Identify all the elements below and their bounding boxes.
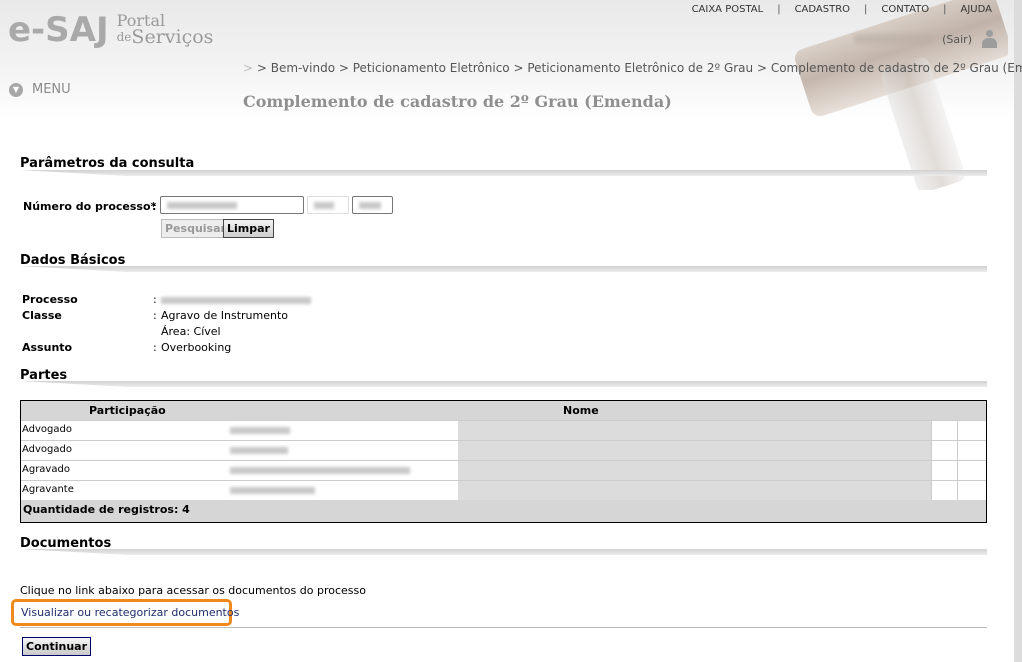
table-header: Participação Nome — [21, 401, 986, 420]
area-value: Área: Cível — [161, 325, 221, 338]
table-row: Advogado — [21, 420, 986, 440]
colon: : — [152, 200, 157, 213]
colon: : — [153, 341, 157, 354]
user-name-redacted — [854, 34, 933, 44]
table-row: Advogado — [21, 440, 986, 460]
logout-link[interactable]: (Sair) — [942, 33, 972, 46]
logo-portal-text: Portal deServiços — [116, 11, 214, 48]
nome-cell-redacted — [228, 421, 458, 440]
section-divider — [20, 627, 987, 628]
participacao-cell: Agravante — [21, 481, 228, 500]
limpar-button[interactable]: Limpar — [223, 219, 274, 238]
assunto-value: Overbooking — [161, 341, 232, 354]
section-divider — [20, 266, 987, 272]
colon: : — [153, 309, 157, 322]
section-title-parametros: Parâmetros da consulta — [20, 156, 195, 171]
table-row: Agravado — [21, 460, 986, 480]
section-divider — [20, 170, 987, 176]
nome-cell-redacted — [228, 481, 458, 500]
page-title: Complemento de cadastro de 2º Grau (Emen… — [243, 92, 672, 111]
esaj-logo[interactable]: e-SAJ Portal deServiços — [8, 12, 213, 52]
section-title-documentos: Documentos — [20, 536, 112, 551]
nav-caixa-postal[interactable]: CAIXA POSTAL — [678, 4, 778, 15]
processo-value-redacted — [161, 293, 311, 306]
colon: : — [153, 293, 157, 306]
chevron-down-icon: ▼ — [9, 82, 23, 97]
classe-value: Agravo de Instrumento — [161, 309, 289, 322]
section-divider — [20, 549, 987, 555]
breadcrumb-text[interactable]: > Bem-vindo > Peticionamento Eletrônico … — [257, 61, 1022, 75]
processo-number-field-1[interactable] — [160, 196, 304, 214]
table-footer-count: Quantidade de registros: 4 — [21, 500, 986, 522]
pesquisar-button[interactable]: Pesquisar — [161, 219, 230, 238]
nome-cell-redacted — [228, 441, 458, 460]
participacao-cell: Advogado — [21, 441, 228, 460]
logo-esaj-text: e-SAJ — [8, 10, 109, 50]
participacao-cell: Advogado — [21, 421, 228, 440]
numero-processo-label: Número do processo* — [23, 200, 157, 213]
visualizar-documentos-link[interactable]: Visualizar ou recategorizar documentos — [21, 606, 239, 619]
nome-cell-redacted — [228, 461, 458, 480]
documentos-link-highlight: Visualizar ou recategorizar documentos — [11, 599, 239, 626]
section-title-dados-basicos: Dados Básicos — [20, 253, 126, 268]
table-row: Agravante — [21, 480, 986, 500]
user-area: (Sair) — [854, 30, 997, 48]
continuar-button[interactable]: Continuar — [22, 637, 91, 656]
breadcrumb: > > Bem-vindo > Peticionamento Eletrônic… — [243, 61, 1022, 75]
processo-number-field-3[interactable] — [352, 196, 393, 214]
menu-label: MENU — [32, 82, 71, 97]
documentos-instruction: Clique no link abaixo para acessar os do… — [20, 584, 366, 597]
processo-label: Processo — [22, 293, 78, 306]
classe-label: Classe — [22, 309, 62, 322]
top-navigation: CAIXA POSTAL | CADASTRO | CONTATO | AJUD… — [678, 4, 992, 15]
nav-contato[interactable]: CONTATO — [867, 4, 943, 15]
column-header-nome: Nome — [563, 404, 599, 417]
partes-table: Participação Nome Advogado Advogado Agra… — [20, 400, 987, 523]
assunto-label: Assunto — [22, 341, 73, 354]
nav-ajuda[interactable]: AJUDA — [947, 4, 992, 15]
vertical-scrollbar[interactable] — [1014, 0, 1022, 662]
participacao-cell: Agravado — [21, 461, 228, 480]
user-icon[interactable] — [982, 30, 997, 48]
processo-number-field-2[interactable] — [307, 196, 349, 214]
section-divider — [20, 381, 987, 387]
column-header-participacao: Participação — [89, 404, 166, 417]
nav-cadastro[interactable]: CADASTRO — [781, 4, 864, 15]
menu-toggle[interactable]: ▼ MENU — [9, 82, 71, 97]
section-title-partes: Partes — [20, 368, 68, 383]
